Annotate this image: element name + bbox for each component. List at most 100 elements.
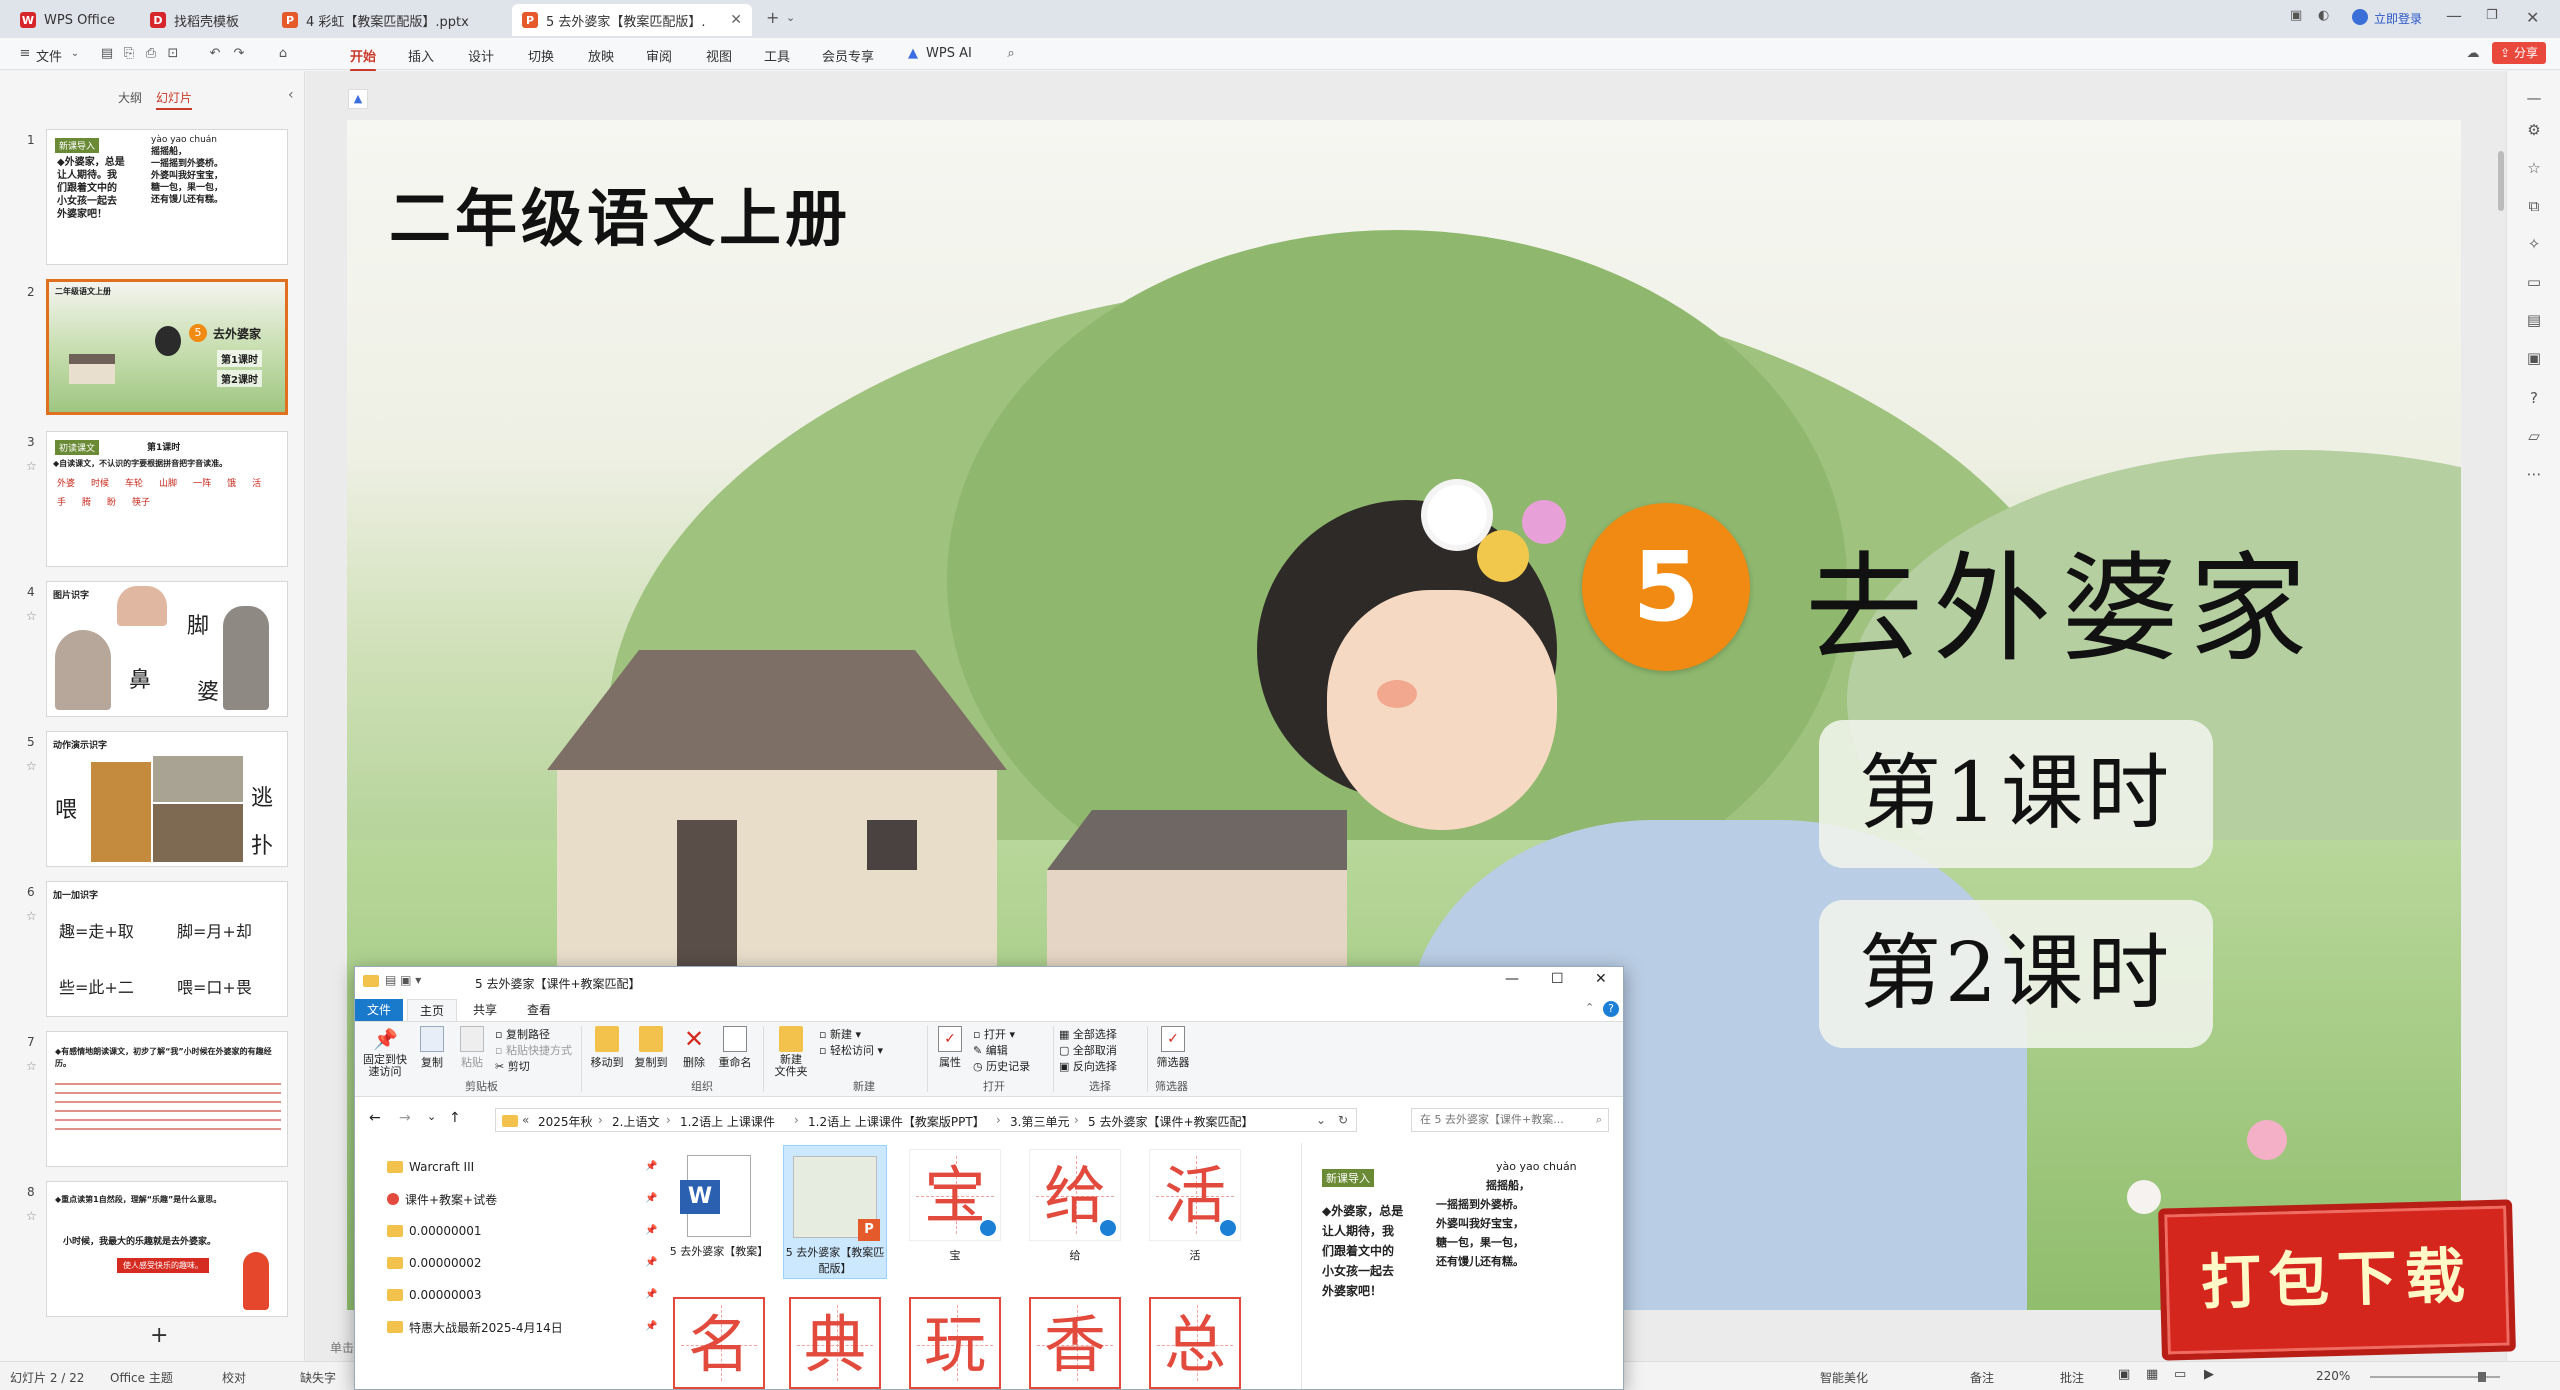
edit-button[interactable]: ✎ 编辑 [973,1042,1008,1058]
recent-chevron-icon[interactable]: ⌄ [427,1110,436,1123]
slide-thumb-1[interactable]: 新课导入 ◆外婆家，总是 让人期待。我 们跟着文中的 小女孩一起去 外婆家吧！ … [46,129,288,265]
help-icon[interactable]: ? [2525,389,2543,407]
undo-icon[interactable]: ↶ [208,47,222,61]
file-item[interactable]: 宝 宝 [903,1145,1007,1263]
quick-access-toolbar-icons[interactable]: ▤ ▣ ▾ [385,973,421,987]
animation-icon[interactable]: ✧ [2525,235,2543,253]
address-dropdown-icon[interactable]: ⌄ [1316,1113,1326,1127]
chevron-right-icon[interactable]: › [794,1113,799,1127]
help-icon[interactable]: ? [1603,1001,1619,1017]
breadcrumb-item[interactable]: 1.2语上 上课课件 [680,1113,775,1130]
share-button[interactable]: ⇪ 分享 [2492,42,2546,64]
layout-icon[interactable]: ▭ [2525,273,2543,291]
ribbon-tab-file[interactable]: 文件 [355,999,404,1021]
skin-icon[interactable]: ◐ [2318,8,2329,23]
normal-view-icon[interactable]: ▣ [2118,1367,2130,1382]
tab-file-active[interactable]: P 5 去外婆家【教案匹配版】.pp ✕ [512,4,752,36]
paste-shortcut-button[interactable]: ▫ 粘贴快捷方式 [495,1042,572,1058]
pin-quick-access-button[interactable]: 📌 固定到快速访问 [361,1026,409,1078]
pin-icon[interactable]: 📌 [645,1161,657,1172]
image-icon[interactable]: ▣ [2525,349,2543,367]
hamburger-menu-icon[interactable]: ≡ [18,47,32,61]
menu-wps-ai[interactable]: WPS AI [926,46,972,61]
star-icon[interactable]: ☆ [26,759,37,773]
filter-button[interactable]: ✓ 筛选器 [1153,1026,1193,1070]
notes-button[interactable]: 备注 [1970,1369,1994,1386]
search-input[interactable]: 在 5 去外婆家【课件+教案... ⌕ [1411,1108,1609,1132]
back-icon[interactable]: ← [369,1110,381,1126]
copy-path-button[interactable]: ▫ 复制路径 [495,1026,550,1042]
menu-review[interactable]: 审阅 [646,46,672,65]
cut-button[interactable]: ✂ 剪切 [495,1058,530,1074]
star-icon[interactable]: ☆ [26,609,37,623]
zoom-slider-handle[interactable] [2478,1372,2486,1382]
nav-item[interactable]: Warcraft III [387,1157,474,1177]
copy-to-button[interactable]: 复制到 [631,1026,671,1070]
select-all-button[interactable]: ▦ 全部选择 [1059,1026,1117,1042]
pin-icon[interactable]: 📌 [645,1225,657,1236]
properties-button[interactable]: ✓ 属性 [933,1026,967,1070]
tab-outline[interactable]: 大纲 [118,89,142,106]
file-menu[interactable]: 文件 [36,46,62,65]
format-painter-icon[interactable]: ⌂ [276,47,290,61]
window-layout-icon[interactable]: ▣ [2290,8,2302,23]
tab-file-rainbow[interactable]: P 4 彩虹【教案匹配版】.pptx [272,4,508,36]
select-none-button[interactable]: ▢ 全部取消 [1059,1042,1117,1058]
slide-thumb-8[interactable]: ◆重点读第1自然段，理解“乐趣”是什么意思。 小时候，我最大的乐趣就是去外婆家。… [46,1181,288,1317]
pin-icon[interactable]: 📌 [645,1321,657,1332]
copy-button[interactable]: 复制 [415,1026,449,1070]
up-icon[interactable]: ↑ [449,1110,461,1126]
redo-icon[interactable]: ↷ [232,47,246,61]
settings-sliders-icon[interactable]: ⚙ [2525,121,2543,139]
notes-placeholder[interactable]: 单击 [330,1339,354,1356]
comment-icon[interactable]: ▱ [2525,427,2543,445]
new-folder-button[interactable]: 新建 文件夹 [769,1026,813,1078]
reading-view-icon[interactable]: ▭ [2174,1367,2186,1382]
menu-design[interactable]: 设计 [468,46,494,65]
breadcrumb-overflow-icon[interactable]: « [522,1113,529,1127]
file-item[interactable]: 给 给 [1023,1145,1127,1263]
menu-insert[interactable]: 插入 [408,46,434,65]
theme-name[interactable]: Office 主题 [110,1369,173,1386]
period-1-button[interactable]: 第1课时 [1819,720,2213,868]
user-avatar-icon[interactable] [2352,9,2368,25]
slide-thumb-5[interactable]: 动作演示识字 喂 逃 扑 [46,731,288,867]
ribbon-tab-home[interactable]: 主页 [407,999,458,1021]
nav-item[interactable]: 0.00000002 [387,1253,482,1273]
easy-access-button[interactable]: ▫ 轻松访问 ▾ [819,1042,883,1058]
close-window-icon[interactable]: ✕ [1595,971,1607,987]
refresh-icon[interactable]: ↻ [1338,1113,1348,1127]
file-item[interactable]: 典 [783,1293,887,1389]
chevron-right-icon[interactable]: › [1074,1113,1079,1127]
period-2-button[interactable]: 第2课时 [1819,900,2213,1048]
slide-thumb-7[interactable]: ◆有感情地朗读课文，初步了解“我”小时候在外婆家的有趣经历。 [46,1031,288,1167]
zoom-level[interactable]: 220% [2316,1369,2350,1383]
slide-thumb-4[interactable]: 图片识字 脚 鼻 婆 [46,581,288,717]
menu-start[interactable]: 开始 [350,46,377,72]
lesson-title[interactable]: 去外婆家 [1805,513,2317,684]
paste-button[interactable]: 粘贴 [455,1026,489,1070]
breadcrumb-item[interactable]: 5 去外婆家【课件+教案匹配】 [1088,1113,1254,1130]
cloud-sync-icon[interactable]: ☁ [2466,47,2480,61]
file-item[interactable]: W 5 去外婆家【教案】 [667,1145,771,1279]
add-slide-icon[interactable]: + [150,1323,168,1348]
missing-font-button[interactable]: 缺失字 [300,1369,336,1386]
lesson-number-badge[interactable]: 5 [1582,503,1750,671]
tab-wps-office[interactable]: W WPS Office [10,4,136,36]
breadcrumb-item[interactable]: 2.上语文 [612,1113,659,1130]
rename-button[interactable]: 重命名 [715,1026,755,1070]
move-to-button[interactable]: 移动到 [587,1026,627,1070]
menu-view[interactable]: 视图 [706,46,732,65]
new-item-button[interactable]: ▫ 新建 ▾ [819,1026,861,1042]
menu-member[interactable]: 会员专享 [822,46,874,65]
more-icon[interactable]: ⋯ [2525,465,2543,483]
file-item[interactable]: 香 [1023,1293,1127,1389]
star-icon[interactable]: ☆ [2525,159,2543,177]
star-icon[interactable]: ☆ [26,909,37,923]
sorter-view-icon[interactable]: ▦ [2146,1367,2158,1382]
copy-icon[interactable]: ⧉ [2525,197,2543,215]
slide-thumb-2[interactable]: 二年级语文上册 5 去外婆家 第1课时 第2课时 [46,279,288,415]
menu-slideshow[interactable]: 放映 [588,46,614,65]
address-input[interactable]: « 2025年秋 › 2.上语文 › 1.2语上 上课课件 › 1.2语上 上课… [495,1108,1357,1132]
comments-button[interactable]: 批注 [2060,1369,2084,1386]
